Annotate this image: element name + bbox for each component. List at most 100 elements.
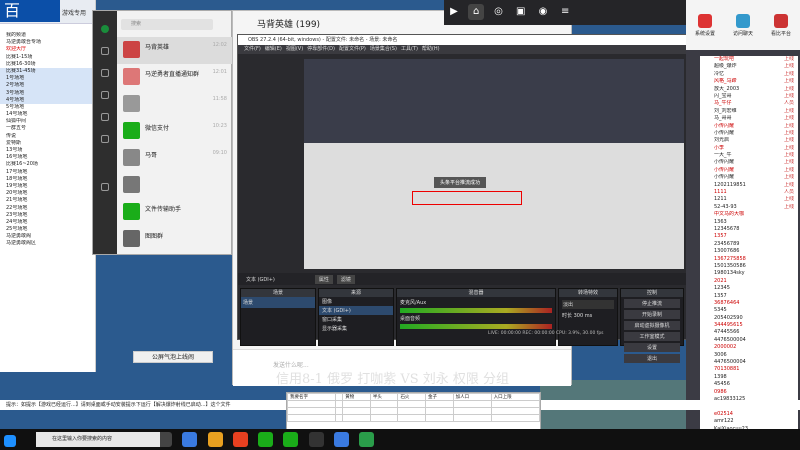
obs-menu[interactable]: 文件(F) 编辑(E) 视图(V) 停靠部件(D) 配置文件(P) 场景集合(S) 工具(T…	[238, 45, 686, 54]
user-item[interactable]: 70130881	[700, 366, 798, 373]
source-item[interactable]: 显示器采集	[319, 324, 393, 333]
panel-button[interactable]: 系统设置	[695, 13, 715, 37]
user-item[interactable]: 风格_马蹄 上线	[700, 78, 798, 85]
user-item[interactable]: 344495615	[700, 322, 798, 329]
control-button[interactable]: 停止推流	[624, 299, 680, 308]
tree-item[interactable]: 24号场地	[0, 219, 95, 226]
tree-item[interactable]: 我的频道	[0, 32, 95, 39]
user-item[interactable]: 小传闪耀 上线	[700, 123, 798, 130]
tree-item[interactable]: 23号场地	[0, 212, 95, 219]
panel-button[interactable]: 看比平台	[771, 13, 791, 37]
settings-icon[interactable]	[101, 183, 109, 191]
tree-item[interactable]: 3号场地	[0, 89, 95, 97]
menu-item[interactable]: 视图(V)	[286, 46, 303, 52]
user-item[interactable]: 一起玩吧 上线	[700, 56, 798, 63]
control-button[interactable]: 开始录制	[624, 310, 680, 319]
start-icon[interactable]	[4, 435, 16, 447]
user-item[interactable]: 12345678	[700, 226, 798, 233]
user-item[interactable]: 超级_爆炸 上线	[700, 63, 798, 70]
user-item[interactable]: 2021	[700, 278, 798, 285]
bell-icon[interactable]: ◉	[535, 4, 551, 20]
user-item[interactable]: 冷忆 上线	[700, 71, 798, 78]
filters-button[interactable]: 滤镜	[336, 274, 355, 284]
app-icon[interactable]	[232, 432, 248, 447]
chat-item[interactable]: 11:58	[117, 91, 233, 118]
tree-item[interactable]: 16号场地	[0, 154, 95, 161]
tree-item[interactable]: 马逆勇敢阁区	[0, 240, 95, 247]
user-item[interactable]: 47445566	[700, 329, 798, 336]
user-item[interactable]: 3006	[700, 352, 798, 359]
user-item[interactable]: amr122	[700, 418, 798, 425]
source-item[interactable]: 窗口采集	[319, 315, 393, 324]
user-item[interactable]: 一大_牛 上线	[700, 152, 798, 159]
favorites-icon[interactable]	[101, 91, 109, 99]
tree-item[interactable]: 比赛16-30场	[0, 61, 95, 68]
gift-icon[interactable]: ▣	[513, 4, 529, 20]
source-item[interactable]: 图像	[319, 297, 393, 306]
tree-item[interactable]: 18号场地	[0, 176, 95, 183]
menu-item[interactable]: 帮助(H)	[422, 46, 440, 52]
home-icon[interactable]: ⌂	[468, 4, 485, 20]
search-input[interactable]: 搜索	[121, 19, 213, 30]
user-item[interactable]: 闪_宝哥 上线	[700, 93, 798, 100]
user-item[interactable]: 205402590	[700, 315, 798, 322]
follow-button[interactable]: 公屏气泡上线闹	[133, 351, 213, 363]
tree-item[interactable]: 马逆勇敢阁	[0, 233, 95, 240]
user-item[interactable]: 放大_2003 上线	[700, 86, 798, 93]
menu-item[interactable]: 场景集合(S)	[370, 46, 397, 52]
tree-item[interactable]: 马逆勇敢吾专场	[0, 39, 95, 46]
wechat-icon[interactable]	[258, 432, 274, 447]
chat-item[interactable]: 图图群	[117, 226, 233, 253]
panel-button[interactable]: 访问聊天	[733, 13, 753, 37]
scene-item[interactable]: 场景	[241, 297, 315, 308]
user-item[interactable]: 1398	[700, 374, 798, 381]
user-item[interactable]: 5345	[700, 307, 798, 314]
tree-item[interactable]: 14号场地	[0, 111, 95, 118]
user-item[interactable]: 1367275858	[700, 256, 798, 263]
menu-icon[interactable]: ≡	[557, 4, 573, 20]
tree-item[interactable]: 4号场地	[0, 96, 95, 104]
files-icon[interactable]	[101, 113, 109, 121]
chat-item[interactable]	[117, 172, 233, 199]
control-button[interactable]: 工作室模式	[624, 332, 680, 341]
tree-item[interactable]: 欢迎大厅	[0, 46, 95, 53]
channel-tree[interactable]: 我的频道 马逆勇敢吾专场 欢迎大厅 比赛1-15场 比赛16-30场 比赛31-45场 1号…	[0, 32, 95, 248]
folder-icon[interactable]	[207, 432, 223, 447]
gamepad-icon[interactable]: ◎	[490, 4, 506, 20]
user-item[interactable]: 12345	[700, 285, 798, 292]
tree-item[interactable]: 22号场地	[0, 205, 95, 212]
control-button[interactable]: 设置	[624, 343, 680, 352]
user-item[interactable]: 刘_刘宏维 上线	[700, 108, 798, 115]
user-item[interactable]: 小传闪耀 上线	[700, 130, 798, 137]
menu-item[interactable]: 配置文件(P)	[339, 46, 366, 52]
wechat-icon[interactable]	[283, 432, 299, 447]
chat-item[interactable]: 文件传输助手	[117, 199, 233, 226]
user-item[interactable]: 1501350586	[700, 263, 798, 270]
tree-item[interactable]: 传说	[0, 133, 95, 140]
user-item[interactable]: 0986	[700, 389, 798, 396]
app-icon[interactable]	[333, 432, 349, 447]
tree-item[interactable]: 仙狐中间	[0, 118, 95, 125]
browser-icon[interactable]	[182, 432, 198, 447]
user-list[interactable]: 一起玩吧 上线 超级_爆炸 上线 冷忆 上线 风格_马蹄 上线 放大_2003 上线 闪_宝哥 上线马…	[700, 56, 798, 450]
tree-item[interactable]: 爱特斯	[0, 140, 95, 147]
user-item[interactable]: 23456789	[700, 241, 798, 248]
chat-item[interactable]: 马逆勇者直播通知群 12:01	[117, 64, 233, 91]
user-item[interactable]: 36876464	[700, 300, 798, 307]
user-item[interactable]: 小传闪耀 上线	[700, 159, 798, 166]
tree-item[interactable]: 比赛16~20场	[0, 161, 95, 168]
chat-icon[interactable]	[101, 47, 109, 55]
taskbar-search[interactable]: 在这里输入你要搜索的内容	[36, 432, 160, 447]
chat-item[interactable]: 微信支付 10:23	[117, 118, 233, 145]
tree-item[interactable]: 25号场地	[0, 226, 95, 233]
transition-select[interactable]: 淡出	[562, 300, 614, 309]
tree-item[interactable]: 一群五号	[0, 125, 95, 132]
tree-item[interactable]: 比赛1-15场	[0, 54, 95, 61]
volume-meter[interactable]	[400, 324, 552, 329]
tree-item[interactable]: 1号场地	[0, 75, 95, 83]
tree-item[interactable]: 19号场地	[0, 183, 95, 190]
user-item[interactable]: 52-43-93 上线	[700, 204, 798, 211]
source-item[interactable]: 文本 (GDI+)	[319, 306, 393, 315]
user-item[interactable]: 4476500004	[700, 337, 798, 344]
user-item[interactable]: 小传闪耀 上线	[700, 174, 798, 181]
